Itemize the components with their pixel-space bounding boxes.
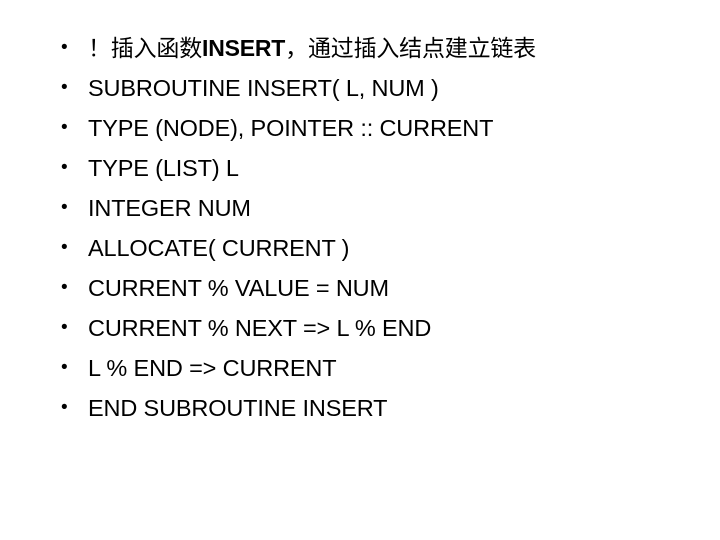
list-item[interactable]: • CURRENT % NEXT => L % END [55, 308, 675, 348]
list-item[interactable]: • ALLOCATE( CURRENT ) [55, 228, 675, 268]
bullet-marker-icon: • [61, 117, 68, 138]
list-item-text: END SUBROUTINE INSERT [88, 395, 388, 421]
list-item[interactable]: • CURRENT % VALUE = NUM [55, 268, 675, 308]
list-item[interactable]: • SUBROUTINE INSERT( L, NUM ) [55, 68, 675, 108]
list-item-text: ！插入函数INSERT，通过插入结点建立链表 [88, 35, 536, 62]
list-item[interactable]: • ！插入函数INSERT，通过插入结点建立链表 [55, 28, 675, 68]
bullet-marker-icon: • [61, 317, 68, 338]
bullet-marker-icon: • [61, 237, 68, 258]
bullet-marker-icon: • [61, 37, 68, 58]
list-item[interactable]: • END SUBROUTINE INSERT [55, 388, 675, 428]
list-item-text: ALLOCATE( CURRENT ) [88, 235, 350, 261]
content-placeholder: • ！插入函数INSERT，通过插入结点建立链表 • SUBROUTINE IN… [55, 28, 675, 428]
bullet-list: • ！插入函数INSERT，通过插入结点建立链表 • SUBROUTINE IN… [55, 28, 675, 428]
list-item-text: CURRENT % NEXT => L % END [88, 315, 432, 341]
list-item-text: TYPE (LIST) L [88, 155, 239, 181]
latin-run: INSERT [202, 35, 286, 61]
list-item[interactable]: • TYPE (LIST) L [55, 148, 675, 188]
list-item-text: SUBROUTINE INSERT( L, NUM ) [88, 75, 439, 101]
list-item-text: INTEGER NUM [88, 195, 251, 221]
bullet-marker-icon: • [61, 157, 68, 178]
bullet-marker-icon: • [61, 357, 68, 378]
bullet-marker-icon: • [61, 277, 68, 298]
bullet-marker-icon: • [61, 77, 68, 98]
list-item[interactable]: • INTEGER NUM [55, 188, 675, 228]
slide-canvas: • ！插入函数INSERT，通过插入结点建立链表 • SUBROUTINE IN… [0, 0, 720, 540]
list-item-text: L % END => CURRENT [88, 355, 337, 381]
bullet-marker-icon: • [61, 397, 68, 418]
list-item-text: TYPE (NODE), POINTER :: CURRENT [88, 115, 494, 141]
list-item[interactable]: • TYPE (NODE), POINTER :: CURRENT [55, 108, 675, 148]
list-item-text: CURRENT % VALUE = NUM [88, 275, 389, 301]
bullet-marker-icon: • [61, 197, 68, 218]
list-item[interactable]: • L % END => CURRENT [55, 348, 675, 388]
